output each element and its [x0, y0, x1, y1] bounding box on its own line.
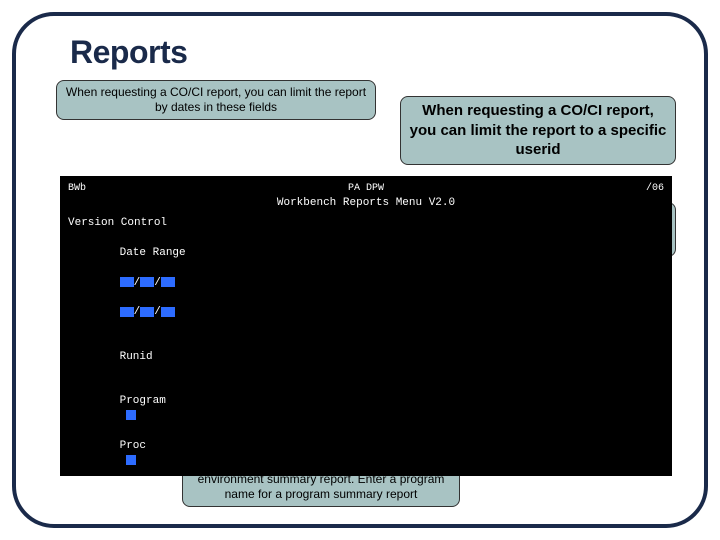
section-version-control: Version Control: [68, 216, 664, 231]
terminal-header-center: PA DPW: [348, 182, 384, 196]
label-runid: Runid: [120, 351, 153, 363]
terminal-screen: BWb PA DPW /06 Workbench Reports Menu V2…: [60, 176, 672, 476]
terminal-header-left: BWb: [68, 182, 86, 196]
callout-userid-limit: When requesting a CO/CI report, you can …: [400, 96, 676, 165]
proc-check[interactable]: [126, 455, 136, 465]
slide-frame: Reports When requesting a CO/CI report, …: [12, 12, 708, 528]
callout-date-limit: When requesting a CO/CI report, you can …: [56, 80, 376, 120]
program-check[interactable]: [126, 410, 136, 420]
label-program: Program: [120, 395, 166, 407]
terminal-subtitle: Workbench Reports Menu V2.0: [68, 196, 664, 211]
date-from-field[interactable]: //: [120, 277, 175, 289]
label-date-range: Date Range: [120, 247, 186, 259]
label-proc: Proc: [120, 440, 146, 452]
date-to-field[interactable]: //: [120, 306, 175, 318]
page-title: Reports: [70, 34, 187, 71]
terminal-header-right: /06: [646, 182, 664, 196]
